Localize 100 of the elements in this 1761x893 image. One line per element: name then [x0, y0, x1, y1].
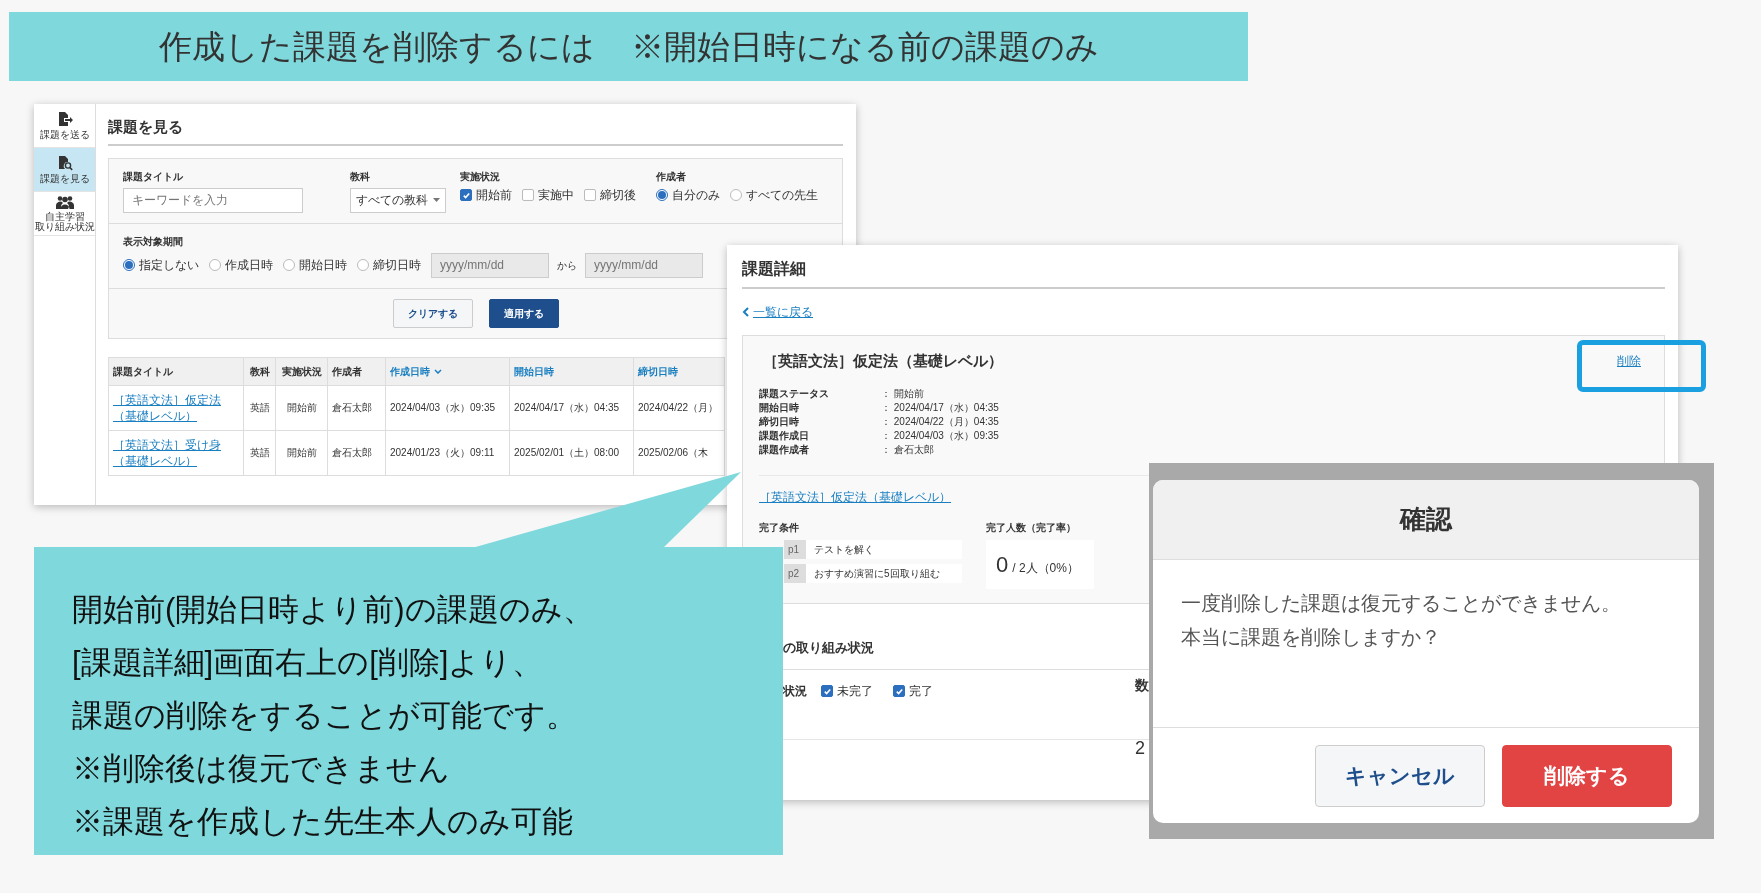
option-label: 作成日時 — [225, 257, 273, 273]
table-cell: 開始前 — [275, 385, 328, 430]
page-heading: 課題詳細 — [742, 257, 1665, 289]
column-header: 数 — [1135, 676, 1149, 695]
column-header: 課題タイトル — [108, 357, 244, 385]
column-header: 教科 — [243, 357, 276, 385]
option-label: 実施中 — [538, 187, 574, 203]
radio-button[interactable] — [123, 259, 135, 271]
field-label: 完了条件 — [759, 520, 800, 535]
option-label: 開始日時 — [299, 257, 347, 273]
page-heading: 課題を見る — [108, 116, 843, 146]
detail-value: ： 倉石太郎 — [881, 442, 934, 457]
delete-button[interactable]: 削除する — [1502, 745, 1672, 807]
field-label: 表示対象期間 — [123, 234, 184, 249]
detail-label: 課題作成日 — [759, 428, 810, 443]
detail-label: 締切日時 — [759, 414, 800, 429]
option-label: 開始前 — [476, 187, 512, 203]
people-icon — [55, 194, 74, 209]
caret-icon — [433, 198, 440, 202]
callout-text: [課題詳細]画面右上の[削除]より、 — [72, 644, 545, 682]
step-text: おすすめ演習に5回取り組む — [813, 566, 941, 581]
dialog-title: 確認 — [1400, 503, 1452, 536]
filter-label: 状況 — [783, 683, 807, 700]
apply-button[interactable]: 適用する — [488, 298, 559, 328]
document-arrow-icon — [56, 110, 73, 127]
option-label: すべての先生 — [746, 187, 818, 203]
assignment-title: ［英語文法］仮定法（基礎レベル） — [762, 351, 1003, 371]
table-cell: 開始前 — [275, 430, 328, 475]
field-label: 完了人数（完了率） — [986, 520, 1077, 535]
dialog-message: 一度削除した課題は復元することができません。 — [1181, 591, 1622, 616]
banner-note: ※開始日時になる前の課題のみ — [630, 26, 1099, 67]
field-label: 教科 — [350, 169, 371, 184]
detail-value: ： 2024/04/03（水）09:35 — [881, 428, 999, 443]
checkbox[interactable] — [460, 189, 472, 201]
banner-title: 作成した課題を削除するには — [158, 26, 595, 67]
table-cell: 2025/02/01（土）08:00 — [509, 430, 634, 475]
callout-text: ※削除後は復元できません — [72, 750, 451, 788]
range-label: から — [557, 258, 577, 273]
callout-text: 開始前(開始日時より前)の課題のみ、 — [72, 591, 595, 629]
table-cell: 2024/04/17（水）04:35 — [509, 385, 634, 430]
radio-button[interactable] — [730, 189, 742, 201]
date-field[interactable]: yyyy/mm/dd — [431, 252, 549, 278]
table-cell: 英語 — [243, 430, 276, 475]
table-cell: 倉石太郎 — [327, 430, 386, 475]
option-label: 自分のみ — [672, 187, 720, 203]
field-label: 作成者 — [656, 169, 687, 184]
table-cell-text: 2 — [1135, 737, 1145, 760]
option-label: 指定しない — [139, 257, 199, 273]
keyword-field[interactable]: キーワードを入力 — [123, 187, 303, 213]
table-cell: 2025/02/06（木 — [633, 430, 725, 475]
checkbox[interactable] — [893, 685, 905, 697]
detail-label: 開始日時 — [759, 400, 800, 415]
cancel-button[interactable]: キャンセル — [1315, 745, 1485, 807]
callout-text: 課題の削除をすることが可能です。 — [72, 697, 578, 735]
sort-caret-icon — [434, 369, 442, 375]
count-total: / 2人（0%） — [1012, 559, 1079, 577]
detail-value: ： 2024/04/17（水）04:35 — [881, 400, 999, 415]
column-header[interactable]: 締切日時 — [633, 357, 725, 385]
table-cell: 英語 — [243, 385, 276, 430]
select-value: すべての教科 — [356, 192, 428, 209]
sidebar-item[interactable]: 課題を見る — [34, 148, 95, 192]
back-link[interactable]: 一覧に戻る — [753, 303, 813, 321]
radio-button[interactable] — [209, 259, 221, 271]
table-cell: 倉石太郎 — [327, 385, 386, 430]
radio-button[interactable] — [656, 189, 668, 201]
detail-value: ： 2024/04/22（月）04:35 — [881, 414, 999, 429]
delete-link[interactable]: 削除 — [1617, 352, 1641, 371]
table-cell: 2024/04/03（水）09:35 — [385, 385, 510, 430]
subject-select[interactable]: すべての教科 — [350, 187, 446, 213]
table-cell: 2024/04/22（月） — [633, 385, 725, 430]
table-cell: 2024/01/23（火）09:11 — [385, 430, 510, 475]
column-header: 実施状況 — [275, 357, 328, 385]
radio-button[interactable] — [357, 259, 369, 271]
detail-label: 課題ステータス — [759, 386, 830, 401]
count-value: 0 — [996, 550, 1009, 579]
column-header: 作成者 — [327, 357, 386, 385]
option-label: 締切日時 — [373, 257, 421, 273]
step-text: テストを解く — [813, 542, 875, 557]
detail-value: ： 開始前 — [881, 386, 924, 401]
detail-label: 課題作成者 — [759, 442, 810, 457]
column-header[interactable]: 開始日時 — [509, 357, 634, 385]
sidebar-item[interactable]: 自主学習 取り組み状況 — [34, 192, 95, 236]
checkbox[interactable] — [821, 685, 833, 697]
step-label: p1 — [784, 539, 806, 559]
checkbox[interactable] — [522, 189, 534, 201]
checkbox[interactable] — [584, 189, 596, 201]
document-search-icon — [56, 154, 73, 171]
date-field[interactable]: yyyy/mm/dd — [585, 252, 703, 278]
option-label: 完了 — [909, 683, 933, 699]
option-label: 締切後 — [600, 187, 636, 203]
column-header[interactable]: 作成日時 — [385, 357, 510, 385]
step-label: p2 — [784, 563, 806, 583]
field-label: 実施状況 — [460, 169, 501, 184]
radio-button[interactable] — [283, 259, 295, 271]
callout-text: ※課題を作成した先生本人のみ可能 — [72, 803, 574, 841]
field-label: 課題タイトル — [123, 169, 184, 184]
clear-button[interactable]: クリアする — [392, 298, 473, 328]
back-chevron-icon — [742, 307, 749, 317]
option-label: 未完了 — [837, 683, 873, 699]
assignment-link[interactable]: ［英語文法］仮定法（基礎レベル） — [759, 489, 951, 504]
